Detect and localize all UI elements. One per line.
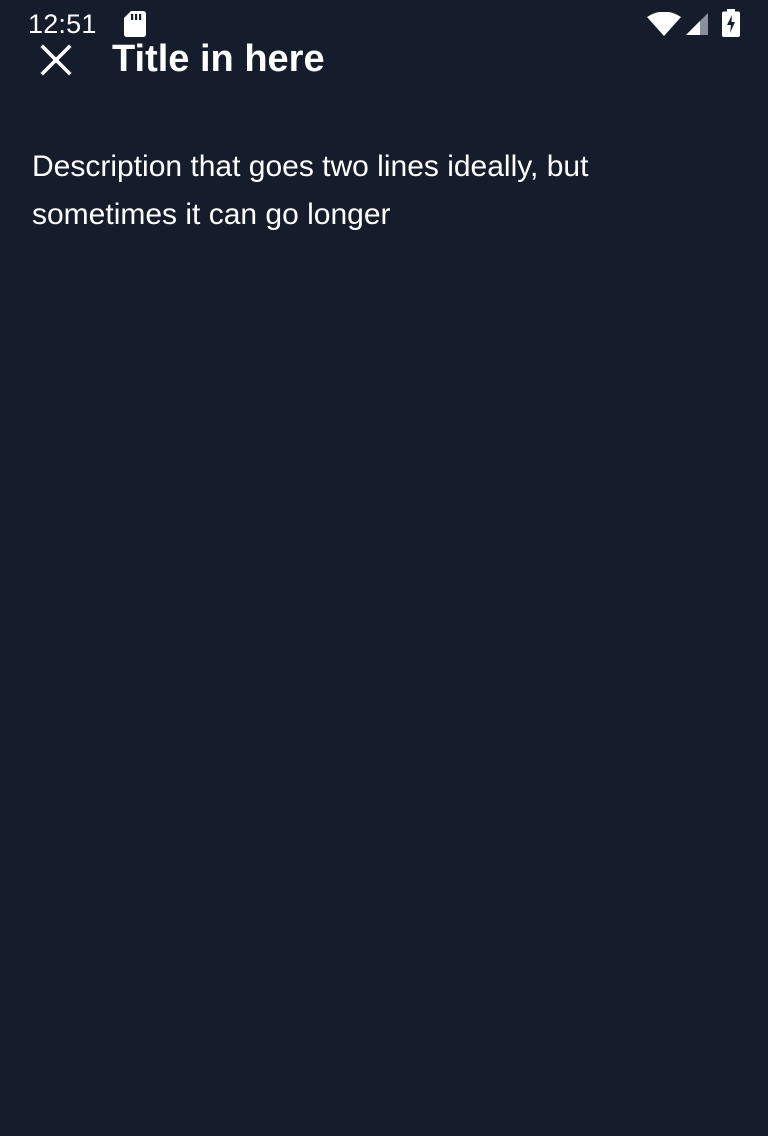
close-icon: [40, 44, 72, 76]
description-text: Description that goes two lines ideally,…: [32, 150, 589, 231]
content-area: Description that goes two lines ideally,…: [32, 143, 692, 239]
page-title: Title in here: [112, 38, 325, 80]
screen: 12:51 Title in here Description that goe…: [0, 0, 768, 1136]
close-button[interactable]: [30, 34, 82, 86]
app-bar: Title in here: [0, 28, 768, 100]
